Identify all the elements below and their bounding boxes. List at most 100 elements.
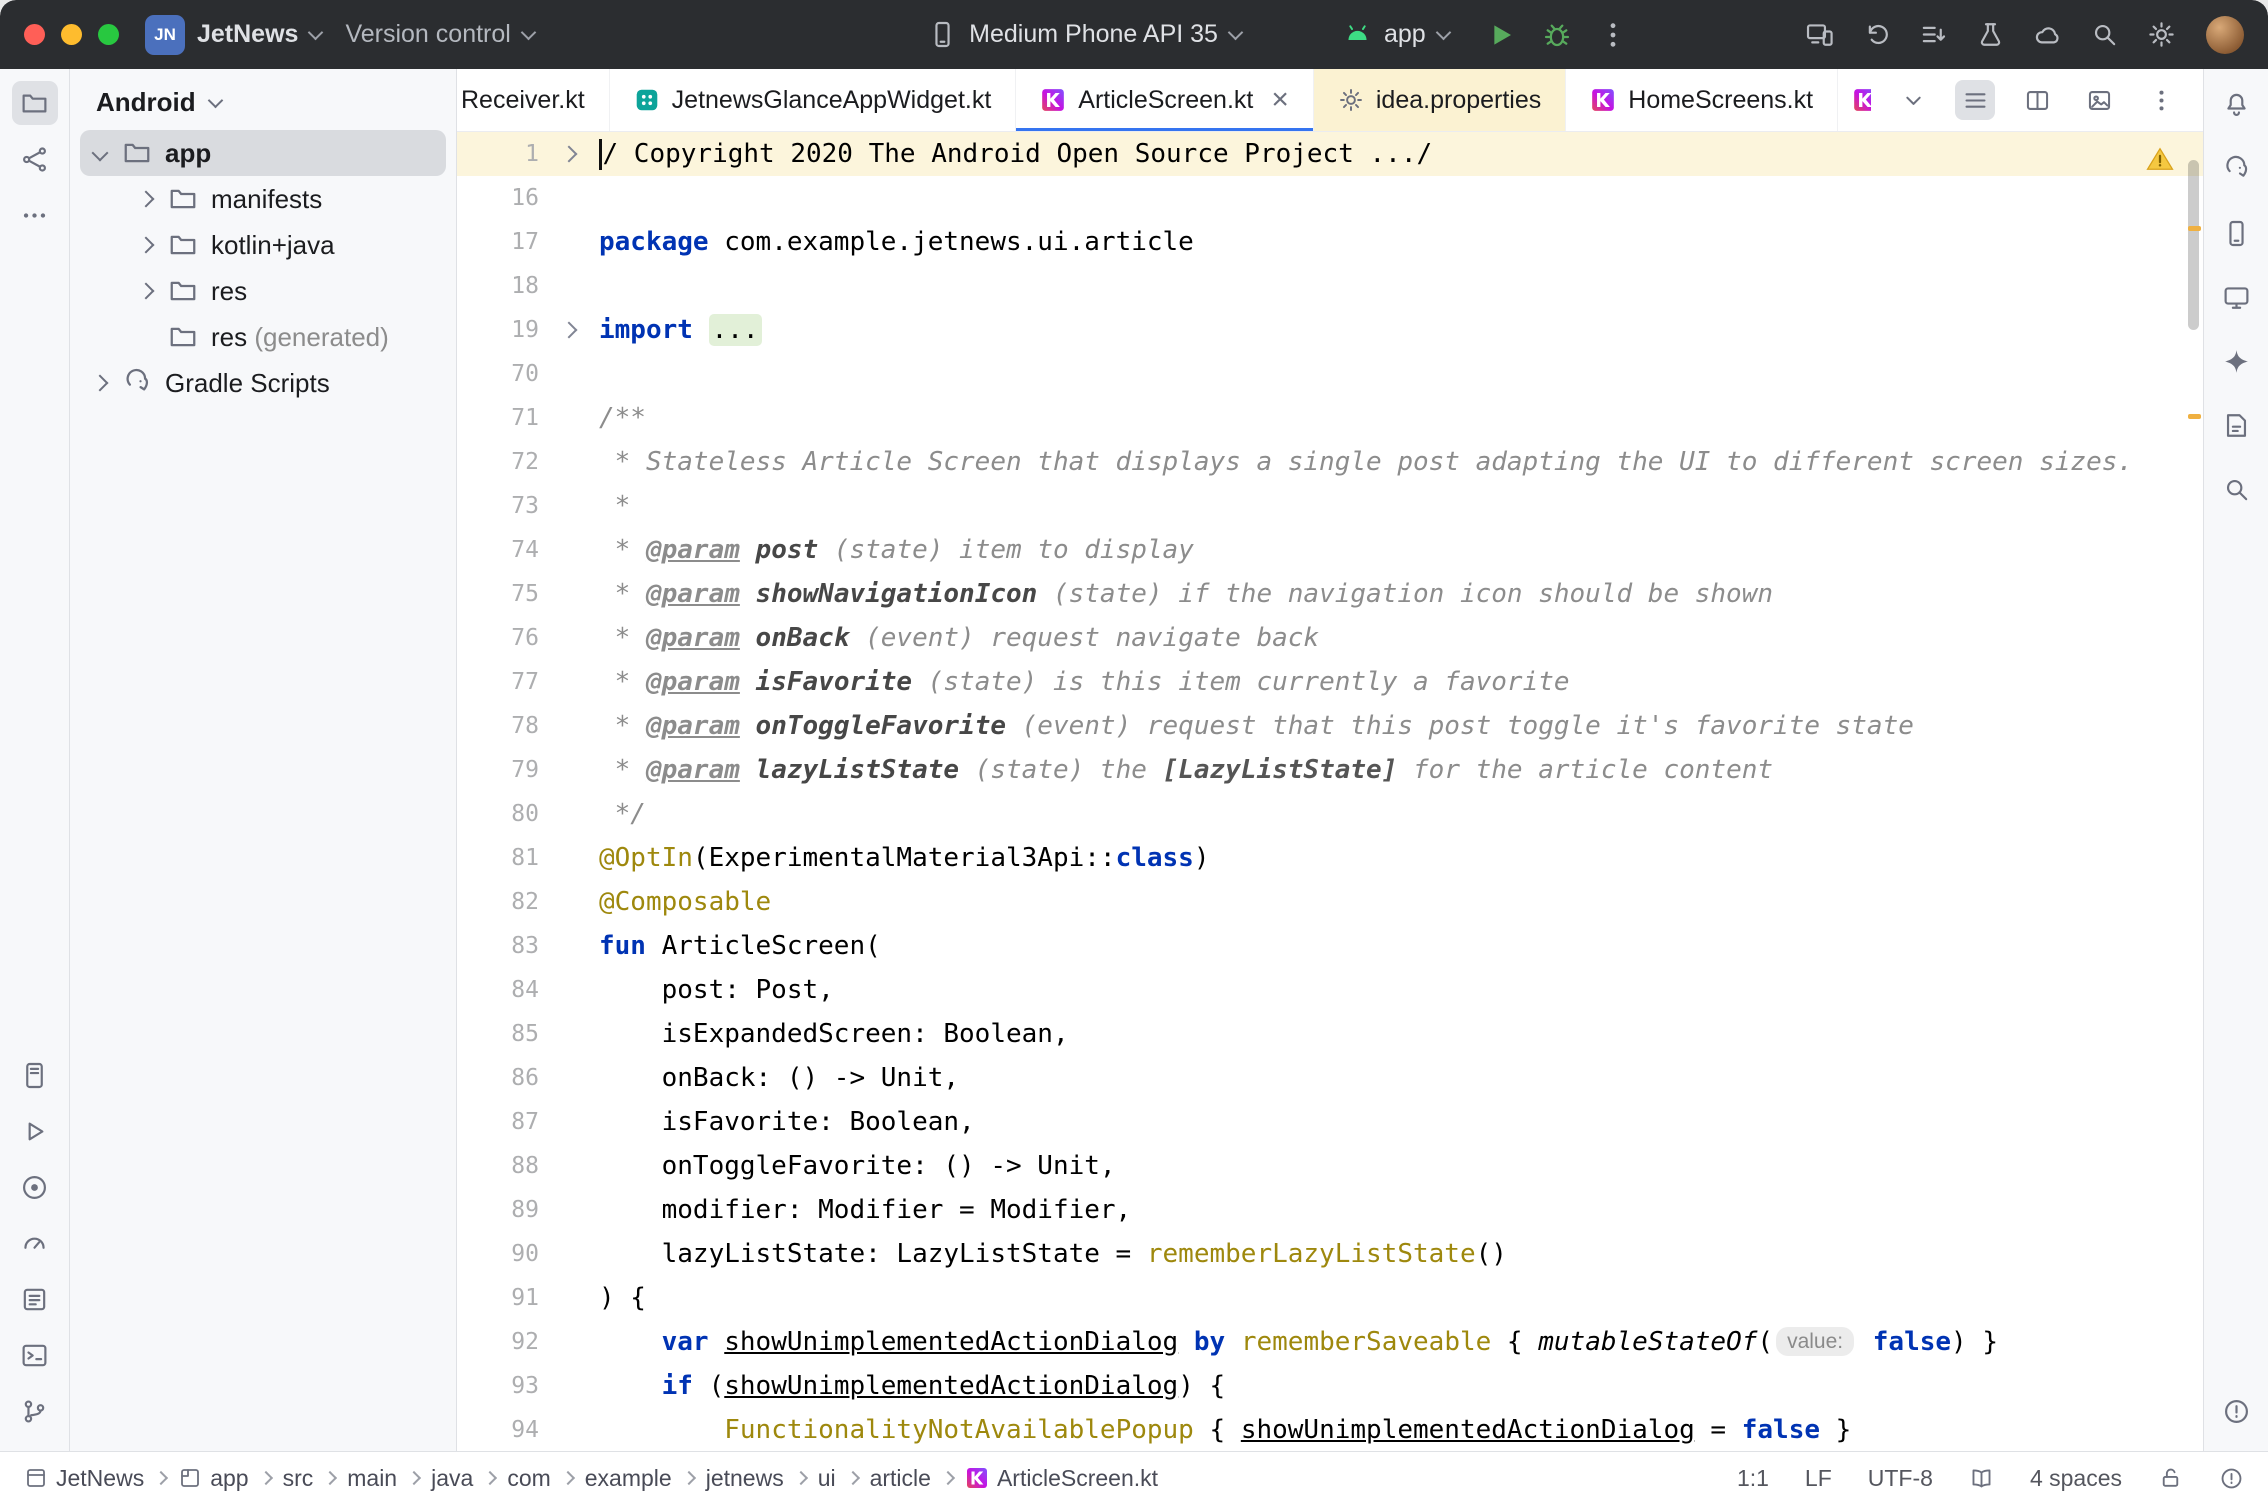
chevron-right-icon[interactable] (138, 237, 155, 254)
chevron-right-icon[interactable] (92, 375, 109, 392)
line-number[interactable]: 89 (457, 1188, 547, 1232)
device-selector[interactable]: Medium Phone API 35 (916, 12, 1253, 57)
code-line-73[interactable]: 73 * (457, 484, 2203, 528)
code-line-94[interactable]: 94 FunctionalityNotAvailablePopup { show… (457, 1408, 2203, 1451)
code-line-92[interactable]: 92 var showUnimplementedActionDialog by … (457, 1320, 2203, 1364)
close-button[interactable] (24, 24, 45, 45)
warning-stripe-mark[interactable] (2188, 414, 2201, 419)
line-number[interactable]: 86 (457, 1056, 547, 1100)
code-line-16[interactable]: 16 (457, 176, 2203, 220)
code-line-17[interactable]: 17package com.example.jetnews.ui.article (457, 220, 2203, 264)
line-number[interactable]: 82 (457, 880, 547, 924)
breadcrumb-item-jetnews[interactable]: jetnews (706, 1465, 784, 1492)
line-number[interactable]: 74 (457, 528, 547, 572)
warning-stripe-mark[interactable] (2188, 226, 2201, 231)
back-icon[interactable] (1862, 20, 1891, 49)
fold-expand-icon[interactable] (561, 146, 578, 163)
code-line-71[interactable]: 71/** (457, 396, 2203, 440)
close-tab-icon[interactable]: × (1271, 85, 1289, 115)
code-view-button[interactable] (1955, 80, 1995, 120)
tree-item-res[interactable]: res (70, 268, 456, 314)
line-number[interactable]: 1 (457, 132, 547, 176)
code-line-86[interactable]: 86 onBack: () -> Unit, (457, 1056, 2203, 1100)
tree-item-kotlin-java[interactable]: kotlin+java (70, 222, 456, 268)
editor[interactable]: 1/ Copyright 2020 The Android Open Sourc… (457, 132, 2203, 1451)
tree-item-gradle-scripts[interactable]: Gradle Scripts (70, 360, 456, 406)
line-number[interactable]: 78 (457, 704, 547, 748)
fold-expand-icon[interactable] (561, 322, 578, 339)
more-options-button[interactable] (2141, 80, 2181, 120)
tab-list-button[interactable] (1893, 80, 1933, 120)
tree-item-res-generated[interactable]: res (generated) (70, 314, 456, 360)
project-view-selector[interactable]: Android (70, 69, 456, 130)
line-number[interactable]: 17 (457, 220, 547, 264)
code-line-72[interactable]: 72 * Stateless Article Screen that displ… (457, 440, 2203, 484)
line-number[interactable]: 90 (457, 1232, 547, 1276)
settings-icon[interactable] (2147, 20, 2176, 49)
scrollbar-thumb[interactable] (2188, 160, 2199, 330)
breadcrumb-item-com[interactable]: com (507, 1465, 550, 1492)
update-icon[interactable] (1919, 20, 1948, 49)
tool-project[interactable] (12, 81, 58, 125)
breadcrumb-item-app[interactable]: app (178, 1465, 248, 1492)
tool-gradle[interactable] (2213, 147, 2259, 191)
code-line-90[interactable]: 90 lazyListState: LazyListState = rememb… (457, 1232, 2203, 1276)
line-number[interactable]: 79 (457, 748, 547, 792)
tree-item-manifests[interactable]: manifests (70, 176, 456, 222)
line-number[interactable]: 77 (457, 660, 547, 704)
code-line-77[interactable]: 77 * @param isFavorite (state) is this i… (457, 660, 2203, 704)
line-number[interactable]: 73 (457, 484, 547, 528)
code-line-79[interactable]: 79 * @param lazyListState (state) the [L… (457, 748, 2203, 792)
code-line-19[interactable]: 19import ... (457, 308, 2203, 352)
code-line-88[interactable]: 88 onToggleFavorite: () -> Unit, (457, 1144, 2203, 1188)
code-line-75[interactable]: 75 * @param showNavigationIcon (state) i… (457, 572, 2203, 616)
chevron-right-icon[interactable] (138, 283, 155, 300)
line-number[interactable]: 80 (457, 792, 547, 836)
tab-jetnewsglanceappwidget-kt[interactable]: JetnewsGlanceAppWidget.kt (610, 69, 1017, 131)
line-number[interactable]: 84 (457, 968, 547, 1012)
tool-app-quality-insights[interactable] (2213, 403, 2259, 447)
debug-button[interactable] (1541, 19, 1573, 51)
tab-receiver-kt[interactable]: Receiver.kt (457, 69, 610, 131)
line-number[interactable]: 87 (457, 1100, 547, 1144)
tool-coverage[interactable] (12, 1165, 58, 1209)
vcs-widget[interactable]: Version control (333, 12, 545, 57)
line-number[interactable]: 81 (457, 836, 547, 880)
run-config-selector[interactable]: app (1331, 12, 1461, 57)
inspections-widget[interactable] (2219, 1466, 2244, 1491)
breadcrumb-item-src[interactable]: src (283, 1465, 314, 1492)
line-number[interactable]: 75 (457, 572, 547, 616)
preview-view-button[interactable] (2079, 80, 2119, 120)
tree-item-app[interactable]: app (80, 130, 446, 176)
tab-homescreens-kt[interactable]: HomeScreens.kt (1566, 69, 1838, 131)
indent[interactable]: 4 spaces (2030, 1465, 2122, 1492)
tool-find[interactable] (2213, 467, 2259, 511)
tool-version-control[interactable] (12, 1389, 58, 1433)
breadcrumb-item-articlescreen-kt[interactable]: ArticleScreen.kt (965, 1465, 1158, 1492)
line-number[interactable]: 83 (457, 924, 547, 968)
line-number[interactable]: 16 (457, 176, 547, 220)
tool-more-tool-windows[interactable] (12, 193, 58, 237)
project-widget[interactable]: JetNews (185, 12, 333, 57)
code-line-83[interactable]: 83fun ArticleScreen( (457, 924, 2203, 968)
line-number[interactable]: 76 (457, 616, 547, 660)
line-number[interactable]: 70 (457, 352, 547, 396)
search-everywhere-icon[interactable] (2090, 20, 2119, 49)
line-number[interactable]: 91 (457, 1276, 547, 1320)
more-run-options-icon[interactable] (1597, 19, 1629, 51)
inspections-warning-icon[interactable] (2145, 144, 2175, 174)
tool-problems[interactable] (2213, 1389, 2259, 1433)
tab-articlescreen-kt[interactable]: ArticleScreen.kt× (1016, 69, 1314, 131)
breadcrumb-item-main[interactable]: main (347, 1465, 397, 1492)
code-line-93[interactable]: 93 if (showUnimplementedActionDialog) { (457, 1364, 2203, 1408)
line-number[interactable]: 88 (457, 1144, 547, 1188)
sync-icon[interactable] (2033, 20, 2062, 49)
line-number[interactable]: 93 (457, 1364, 547, 1408)
split-view-button[interactable] (2017, 80, 2057, 120)
reader-mode[interactable] (1969, 1466, 1994, 1491)
encoding[interactable]: UTF-8 (1868, 1465, 1933, 1492)
run-tests-icon[interactable] (1976, 20, 2005, 49)
tool-device-explorer[interactable] (12, 1053, 58, 1097)
code-line-87[interactable]: 87 isFavorite: Boolean, (457, 1100, 2203, 1144)
tool-notifications[interactable] (2213, 83, 2259, 127)
